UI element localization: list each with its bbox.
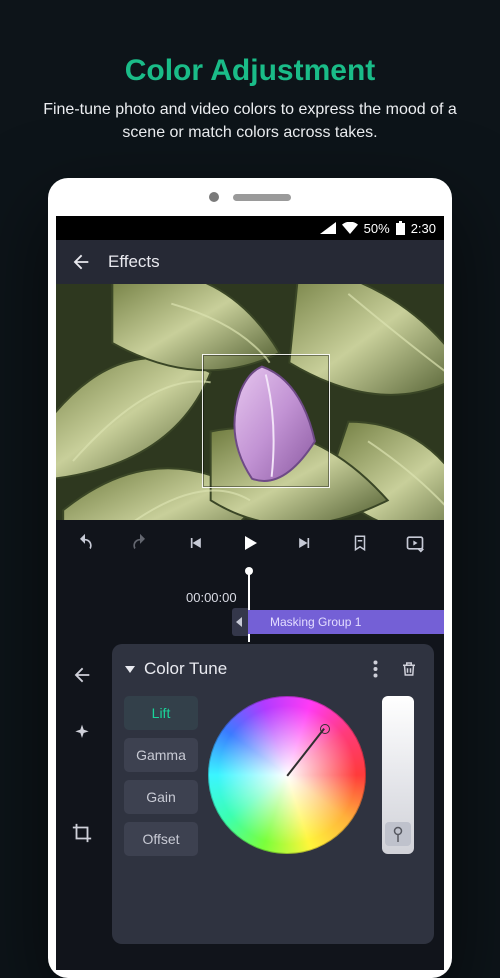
marker-button[interactable] bbox=[343, 526, 377, 560]
video-preview[interactable] bbox=[56, 284, 444, 520]
more-menu-button[interactable] bbox=[362, 656, 388, 682]
param-gain[interactable]: Gain bbox=[124, 780, 198, 814]
header-title: Effects bbox=[108, 252, 160, 272]
skip-end-button[interactable] bbox=[288, 526, 322, 560]
card-header: Color Tune bbox=[124, 656, 422, 682]
tool-sidebar bbox=[56, 644, 108, 944]
delete-button[interactable] bbox=[396, 656, 422, 682]
timecode: 00:00:00 bbox=[186, 590, 237, 605]
param-lift[interactable]: Lift bbox=[124, 696, 198, 730]
param-tabs: Lift Gamma Gain Offset bbox=[124, 696, 198, 856]
crop-tool-icon[interactable] bbox=[67, 818, 97, 848]
color-tune-card: Color Tune Lift Gamma Gain Offset bbox=[112, 644, 434, 944]
sparkle-tool-icon[interactable] bbox=[67, 718, 97, 748]
wifi-icon bbox=[342, 222, 358, 234]
crop-selection-box[interactable] bbox=[202, 354, 330, 488]
redo-button[interactable] bbox=[123, 526, 157, 560]
color-wheel-handle[interactable] bbox=[320, 724, 330, 734]
screen: 50% 2:30 Effects bbox=[56, 216, 444, 970]
param-gamma[interactable]: Gamma bbox=[124, 738, 198, 772]
phone-top-hardware bbox=[48, 178, 452, 216]
back-arrow-icon[interactable] bbox=[70, 251, 92, 273]
collapse-triangle-icon[interactable] bbox=[124, 663, 136, 675]
luminance-handle[interactable] bbox=[385, 822, 411, 846]
phone-camera-dot bbox=[209, 192, 219, 202]
hero-subtitle: Fine-tune photo and video colors to expr… bbox=[0, 88, 500, 144]
color-wheel[interactable] bbox=[208, 696, 366, 854]
phone-speaker bbox=[233, 194, 291, 201]
skip-start-button[interactable] bbox=[178, 526, 212, 560]
clock: 2:30 bbox=[411, 221, 436, 236]
android-statusbar: 50% 2:30 bbox=[56, 216, 444, 240]
panel-back-button[interactable] bbox=[67, 660, 97, 690]
color-tune-panel: Color Tune Lift Gamma Gain Offset bbox=[56, 644, 444, 944]
play-button[interactable] bbox=[233, 526, 267, 560]
signal-icon bbox=[320, 222, 336, 234]
battery-pct: 50% bbox=[364, 221, 390, 236]
timeline[interactable]: 00:00:00 Masking Group 1 bbox=[56, 566, 444, 644]
undo-button[interactable] bbox=[68, 526, 102, 560]
param-offset[interactable]: Offset bbox=[124, 822, 198, 856]
app-header: Effects bbox=[56, 240, 444, 284]
battery-icon bbox=[396, 221, 405, 235]
timeline-clip[interactable]: Masking Group 1 bbox=[248, 610, 444, 634]
loop-button[interactable] bbox=[398, 526, 432, 560]
transport-bar bbox=[56, 520, 444, 566]
panel-title: Color Tune bbox=[144, 659, 227, 679]
luminance-slider[interactable] bbox=[382, 696, 414, 854]
phone-frame: 50% 2:30 Effects bbox=[48, 178, 452, 978]
clip-trim-handle[interactable] bbox=[232, 608, 248, 636]
hero-title: Color Adjustment bbox=[0, 0, 500, 88]
